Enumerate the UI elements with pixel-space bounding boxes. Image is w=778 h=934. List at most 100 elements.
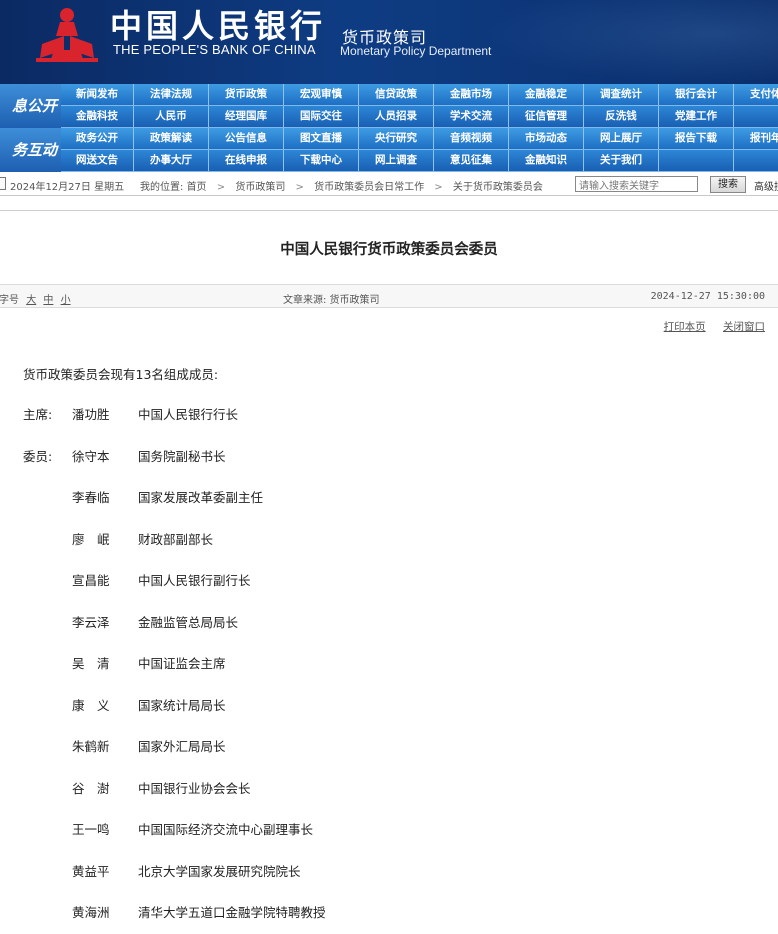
- nav-item-payment[interactable]: 支付体系: [734, 84, 778, 105]
- nav-item-gov-affairs[interactable]: 政务公开: [61, 128, 134, 149]
- nav-item-about-us[interactable]: 关于我们: [584, 150, 659, 171]
- member-name: 吴 清: [72, 656, 110, 671]
- list-item: 谷 澍 中国银行业协会会长: [0, 778, 778, 820]
- location-label: 我的位置:: [140, 182, 184, 193]
- article-meta-bar: 字号 大 中 小 文章来源: 货币政策司 2024-12-27 15:30:00: [0, 284, 778, 308]
- nav-item-research[interactable]: 央行研究: [359, 128, 434, 149]
- nav-item-service-hall[interactable]: 办事大厅: [134, 150, 209, 171]
- nav-item-financial-knowledge[interactable]: 金融知识: [509, 150, 584, 171]
- member-title: 国家统计局局长: [138, 697, 226, 713]
- calendar-icon: [0, 177, 6, 190]
- nav-item-news[interactable]: 新闻发布: [61, 84, 134, 105]
- nav-item-online-filing[interactable]: 在线申报: [209, 150, 284, 171]
- member-name: 康 义: [72, 697, 110, 713]
- list-item: 李春临 国家发展改革委副主任: [0, 487, 778, 529]
- nav-item-accounting[interactable]: 银行会计: [659, 84, 734, 105]
- nav-item-financial-market[interactable]: 金融市场: [434, 84, 509, 105]
- nav-item-treasury[interactable]: 经理国库: [209, 106, 284, 127]
- font-size-medium[interactable]: 中: [43, 295, 53, 306]
- nav-row-1: 新闻发布 法律法规 货币政策 宏观审慎 信贷政策 金融市场 金融稳定 调查统计 …: [61, 84, 778, 106]
- nav-item-credit-reference[interactable]: 征信管理: [509, 106, 584, 127]
- member-list: 主席: 潘功胜 中国人民银行行长 委员: 徐守本 国务院副秘书长 李春临 国家发…: [0, 404, 778, 934]
- nav-item-policy-interpretation[interactable]: 政策解读: [134, 128, 209, 149]
- member-name: 朱鹤新: [72, 739, 110, 754]
- breadcrumb-home[interactable]: 首页: [187, 182, 207, 193]
- breadcrumb-committee-work[interactable]: 货币政策委员会日常工作: [314, 182, 424, 193]
- pboc-logo-icon[interactable]: [34, 6, 100, 64]
- member-role: 主席:: [23, 407, 53, 422]
- member-name: 谷 澍: [72, 780, 110, 796]
- print-link[interactable]: 打印本页: [664, 321, 706, 333]
- nav-row-3: 政务公开 政策解读 公告信息 图文直播 央行研究 音频视频 市场动态 网上展厅 …: [61, 128, 778, 150]
- member-title: 中国国际经济交流中心副理事长: [138, 822, 314, 837]
- nav-item-reports[interactable]: 报告下载: [659, 128, 734, 149]
- member-title: 国家外汇局局长: [138, 739, 226, 754]
- nav-item-downloads[interactable]: 下载中心: [284, 150, 359, 171]
- nav-item-empty: [659, 150, 734, 171]
- nav-item-party-building[interactable]: 党建工作: [659, 106, 734, 127]
- list-item: 朱鹤新 国家外汇局局长: [0, 736, 778, 778]
- nav-item-media[interactable]: 音频视频: [434, 128, 509, 149]
- article-intro: 货币政策委员会现有13名组成成员:: [23, 367, 219, 382]
- nav-item-academic[interactable]: 学术交流: [434, 106, 509, 127]
- font-size-control: 字号 大 中 小: [0, 291, 71, 306]
- nav-item-aml[interactable]: 反洗钱: [584, 106, 659, 127]
- chevron-right-icon: >: [295, 182, 304, 193]
- member-title: 中国人民银行副行长: [138, 573, 251, 588]
- nav-section-services[interactable]: 务互动: [0, 128, 61, 172]
- member-name: 潘功胜: [72, 407, 110, 422]
- nav-item-laws[interactable]: 法律法规: [134, 84, 209, 105]
- list-item: 宣昌能 中国人民银行副行长: [0, 570, 778, 612]
- advanced-search-link[interactable]: 高级搜: [754, 178, 778, 193]
- nav-section-info-disclosure[interactable]: 息公开: [0, 84, 61, 128]
- info-bar: 2024年12月27日 星期五 我的位置: 首页 > 货币政策司 > 货币政策委…: [0, 172, 778, 196]
- list-item: 康 义 国家统计局局长: [0, 695, 778, 737]
- list-item: 廖 岷 财政部副部长: [0, 529, 778, 571]
- nav-item-announcements[interactable]: 公告信息: [209, 128, 284, 149]
- nav-item-fintech[interactable]: 金融科技: [61, 106, 134, 127]
- nav-item-survey[interactable]: 网上调查: [359, 150, 434, 171]
- nav-item-online-exhibition[interactable]: 网上展厅: [584, 128, 659, 149]
- nav-item-live[interactable]: 图文直播: [284, 128, 359, 149]
- nav-row-4: 网送文告 办事大厅 在线申报 下载中心 网上调查 意见征集 金融知识 关于我们: [61, 150, 778, 172]
- nav-item-yearbooks[interactable]: 报刊年鉴: [734, 128, 778, 149]
- nav-item-monetary-policy[interactable]: 货币政策: [209, 84, 284, 105]
- member-name: 廖 岷: [72, 531, 110, 547]
- current-date: 2024年12月27日 星期五: [10, 182, 125, 193]
- site-banner: 中国人民银行 THE PEOPLE'S BANK OF CHINA 货币政策司 …: [0, 0, 778, 84]
- nav-item-documents[interactable]: 网送文告: [61, 150, 134, 171]
- member-title: 中国证监会主席: [138, 656, 226, 671]
- member-title: 国务院副秘书长: [138, 448, 226, 464]
- article-title: 中国人民银行货币政策委员会委员: [280, 242, 498, 258]
- article-tools: 打印本页 关闭窗口: [650, 319, 765, 334]
- nav-item-empty: [734, 150, 778, 171]
- list-item: 黄海洲 清华大学五道口金融学院特聘教授: [0, 902, 778, 934]
- list-item: 黄益平 北京大学国家发展研究院院长: [0, 861, 778, 903]
- list-item: 主席: 潘功胜 中国人民银行行长: [0, 404, 778, 446]
- member-title: 中国人民银行行长: [138, 407, 239, 422]
- chevron-right-icon: >: [434, 182, 443, 193]
- nav-item-international[interactable]: 国际交往: [284, 106, 359, 127]
- nav-item-statistics[interactable]: 调查统计: [584, 84, 659, 105]
- nav-item-financial-stability[interactable]: 金融稳定: [509, 84, 584, 105]
- font-size-large[interactable]: 大: [26, 295, 36, 306]
- nav-item-recruitment[interactable]: 人员招录: [359, 106, 434, 127]
- breadcrumb-department[interactable]: 货币政策司: [235, 182, 285, 193]
- breadcrumb-about-committee[interactable]: 关于货币政策委员会: [453, 182, 543, 193]
- member-title: 清华大学五道口金融学院特聘教授: [138, 905, 326, 920]
- search-button[interactable]: 搜索: [710, 176, 746, 193]
- nav-item-rmb[interactable]: 人民币: [134, 106, 209, 127]
- nav-item-macroprudential[interactable]: 宏观审慎: [284, 84, 359, 105]
- member-title: 国家发展改革委副主任: [138, 490, 264, 505]
- member-name: 徐守本: [72, 448, 110, 464]
- close-window-link[interactable]: 关闭窗口: [723, 321, 765, 333]
- member-title: 金融监管总局局长: [138, 614, 239, 630]
- nav-item-feedback[interactable]: 意见征集: [434, 150, 509, 171]
- member-name: 李春临: [72, 490, 110, 505]
- member-role: 委员:: [23, 448, 53, 464]
- nav-item-credit-policy[interactable]: 信贷政策: [359, 84, 434, 105]
- font-size-small[interactable]: 小: [61, 295, 71, 306]
- nav-item-market-news[interactable]: 市场动态: [509, 128, 584, 149]
- member-name: 李云泽: [72, 614, 110, 630]
- search-input[interactable]: [575, 176, 698, 192]
